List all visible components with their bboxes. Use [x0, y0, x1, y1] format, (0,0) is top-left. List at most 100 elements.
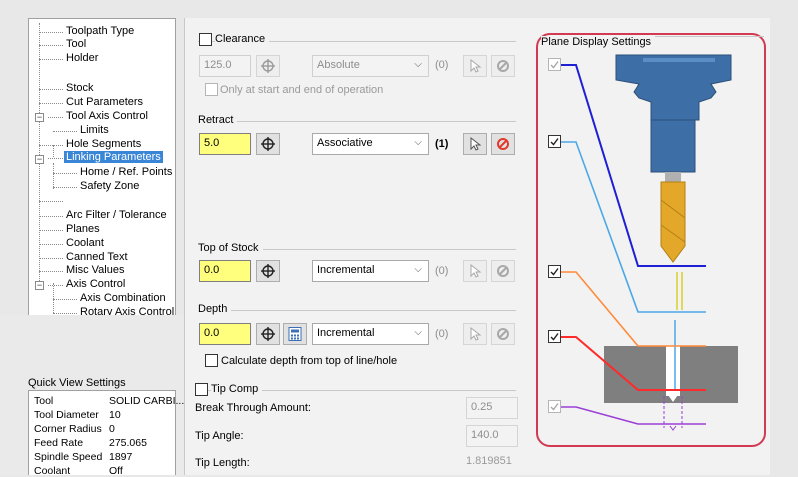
depth-value-field[interactable]: 0.0: [199, 323, 251, 345]
retract-value-field[interactable]: 5.0: [199, 133, 251, 155]
tree-item-axis-combination[interactable]: Axis Combination: [53, 292, 166, 305]
cursor-arrow-icon: [470, 327, 482, 341]
tree-item-cut-parameters[interactable]: Cut Parameters: [39, 96, 143, 109]
retract-plane-checkbox[interactable]: [548, 135, 561, 148]
parameter-tree: Toolpath Type Tool Holder Stock Cut Para…: [28, 18, 176, 358]
break-through-field[interactable]: 0.25: [466, 397, 518, 419]
only-start-end-checkbox[interactable]: [205, 83, 218, 96]
chevron-down-icon: ⌵: [414, 327, 422, 338]
checkmark-icon: [550, 138, 559, 146]
tree-item-hole-segments[interactable]: Hole Segments: [39, 138, 141, 151]
crosshair-icon: [261, 264, 275, 278]
prohibited-icon: [497, 265, 509, 277]
top-of-stock-plane-checkbox[interactable]: [548, 265, 561, 278]
tree-item-limits[interactable]: Limits: [53, 124, 109, 137]
clearance-label: Clearance: [215, 33, 270, 45]
tree-item-coolant[interactable]: Coolant: [39, 237, 104, 250]
tree-item-stock[interactable]: Stock: [39, 82, 94, 95]
top-of-stock-title: Top of Stock: [198, 242, 263, 254]
retract-title: Retract: [198, 114, 238, 126]
tip-angle-field[interactable]: 140.0: [466, 425, 518, 447]
cursor-arrow-icon: [470, 59, 482, 73]
retract-clear-button[interactable]: [491, 133, 515, 155]
cursor-arrow-icon: [470, 137, 482, 151]
depth-title: Depth: [198, 303, 232, 315]
depth-mode-select[interactable]: Incremental ⌵: [312, 323, 429, 345]
tree-item-canned-text[interactable]: Canned Text: [39, 251, 128, 264]
tip-plane-checkbox[interactable]: [548, 400, 561, 413]
tree-item-safety-zone[interactable]: Safety Zone: [53, 180, 139, 193]
clearance-clear-button[interactable]: [491, 55, 515, 77]
chevron-down-icon: ⌵: [414, 59, 422, 70]
checkmark-icon: [550, 333, 559, 341]
clearance-value-field[interactable]: 125.0: [199, 55, 251, 77]
tree-item-home-ref-points[interactable]: Home / Ref. Points: [53, 166, 172, 179]
drilled-hole: [666, 346, 680, 396]
quick-view-row: Corner Radius 0: [34, 423, 115, 435]
quick-view-table: Tool SOLID CARBI... Tool Diameter 10 Corne…: [28, 390, 185, 477]
tree-item-tool-axis-control[interactable]: Tool Axis Control: [39, 110, 148, 123]
tree-item-holder[interactable]: Holder: [39, 52, 98, 65]
retract-select-point-button[interactable]: [256, 133, 280, 155]
retract-mode-select[interactable]: Associative ⌵: [312, 133, 429, 155]
tip-length-label: Tip Length:: [195, 457, 250, 469]
tree-empty-node: [39, 201, 63, 202]
depth-calculator-button[interactable]: [283, 323, 307, 345]
quick-view-row: Tool SOLID CARBI...: [34, 395, 185, 407]
tree-item-misc-values[interactable]: Misc Values: [39, 264, 124, 277]
top-of-stock-count: (0): [435, 265, 449, 277]
depth-select-point-button[interactable]: [256, 323, 280, 345]
group-border: [198, 310, 516, 311]
clearance-pick-button[interactable]: [463, 55, 487, 77]
tip-comp-checkbox[interactable]: [195, 383, 208, 396]
tip-length-value: 1.819851: [466, 455, 512, 467]
cursor-arrow-icon: [470, 264, 482, 278]
checkmark-icon: [550, 61, 559, 69]
clearance-count: (0): [435, 59, 449, 71]
only-start-end-label: Only at start and end of operation: [220, 84, 384, 96]
tree-item-planes[interactable]: Planes: [39, 223, 100, 236]
tree-item-toolpath-type[interactable]: Toolpath Type: [39, 25, 134, 38]
prohibited-icon: [497, 60, 509, 72]
top-of-stock-pick-button[interactable]: [463, 260, 487, 282]
chevron-down-icon: ⌵: [414, 264, 422, 275]
plane-display-diagram: [561, 54, 738, 431]
break-through-label: Break Through Amount:: [195, 402, 311, 414]
quick-view-row: Coolant Off: [34, 465, 123, 477]
top-of-stock-mode-select[interactable]: Incremental ⌵: [312, 260, 429, 282]
tree-item-arc-filter[interactable]: Arc Filter / Tolerance: [39, 209, 167, 222]
top-of-stock-value-field[interactable]: 0.0: [199, 260, 251, 282]
calc-depth-checkbox[interactable]: [205, 354, 218, 367]
depth-clear-button[interactable]: [491, 323, 515, 345]
retract-pick-button[interactable]: [463, 133, 487, 155]
tool-holder: [615, 54, 732, 263]
tip-angle-label: Tip Angle:: [195, 430, 244, 442]
prohibited-icon: [497, 328, 509, 340]
depth-count: (0): [435, 328, 449, 340]
retract-count: (1): [435, 138, 449, 150]
prohibited-icon: [497, 138, 509, 150]
group-border: [198, 121, 516, 122]
chevron-down-icon: ⌵: [414, 137, 422, 148]
top-of-stock-select-point-button[interactable]: [256, 260, 280, 282]
top-of-stock-clear-button[interactable]: [491, 260, 515, 282]
depth-plane-checkbox[interactable]: [548, 330, 561, 343]
quick-view-row: Feed Rate 275.065: [34, 437, 147, 449]
quick-view-row: Spindle Speed 1897: [34, 451, 133, 463]
tree-item-tool[interactable]: Tool: [39, 38, 86, 51]
calc-depth-label: Calculate depth from top of line/hole: [221, 355, 398, 367]
tree-item-axis-control[interactable]: Axis Control: [39, 278, 125, 291]
checkmark-icon: [550, 403, 559, 411]
clearance-plane-checkbox[interactable]: [548, 58, 561, 71]
calculator-icon: [288, 327, 302, 341]
clearance-select-point-button[interactable]: [256, 55, 280, 77]
right-background: [770, 0, 798, 475]
tree-item-linking-parameters[interactable]: Linking Parameters: [39, 151, 163, 164]
checkmark-icon: [550, 268, 559, 276]
depth-pick-button[interactable]: [463, 323, 487, 345]
clearance-mode-select[interactable]: Absolute ⌵: [312, 55, 429, 77]
plane-display-title: Plane Display Settings: [541, 36, 656, 48]
crosshair-icon: [261, 59, 275, 73]
clearance-checkbox[interactable]: [199, 33, 212, 46]
quick-view-row: Tool Diameter 10: [34, 409, 121, 421]
